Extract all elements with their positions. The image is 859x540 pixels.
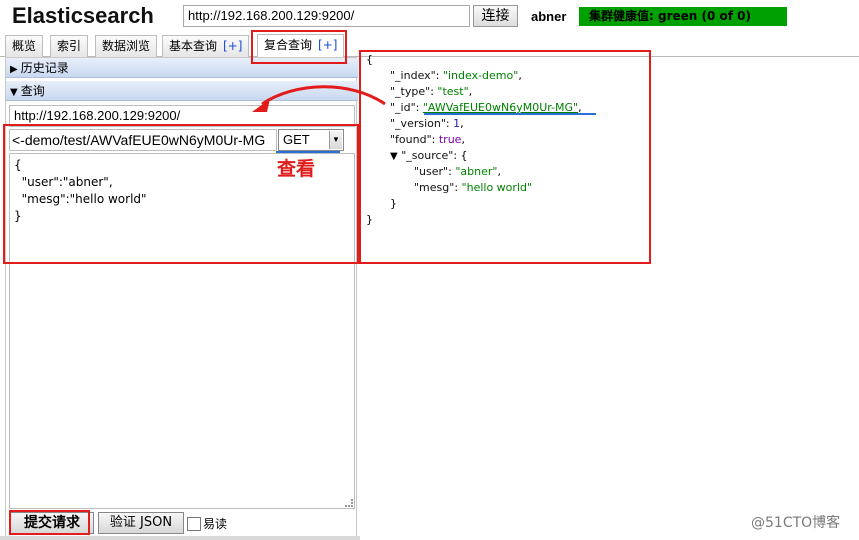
app-root: Elasticsearch http://192.168.200.129:920…	[0, 0, 859, 540]
tab-structured-query[interactable]: 基本查询 [+]	[162, 35, 250, 57]
annotation-underline-method	[276, 151, 340, 153]
tab-label: 数据浏览	[102, 39, 151, 53]
tab-label: 索引	[57, 39, 82, 53]
annotation-box-tab	[251, 30, 347, 64]
triangle-down-icon: ▼	[10, 87, 18, 98]
scrollbar-strip	[0, 536, 360, 540]
tab-browser[interactable]: 数据浏览	[95, 35, 158, 57]
tab-label: 概览	[12, 39, 37, 53]
tab-label: 基本查询	[169, 39, 218, 53]
pretty-checkbox[interactable]: 易读	[187, 515, 227, 532]
tab-plus[interactable]: [+]	[223, 39, 242, 53]
resize-handle-icon[interactable]	[345, 499, 353, 507]
annotation-box-request	[3, 124, 359, 264]
watermark-text: @51CTO博客	[751, 515, 841, 531]
validate-json-button[interactable]: 验证 JSON	[98, 512, 184, 534]
tab-indices[interactable]: 索引	[50, 35, 89, 57]
annotation-label: 查看	[277, 158, 316, 180]
triangle-right-icon: ▶	[10, 64, 18, 75]
annotation-underline-id	[424, 113, 596, 115]
connect-button[interactable]: 连接	[473, 5, 518, 27]
cluster-url-input[interactable]: http://192.168.200.129:9200/	[183, 5, 470, 27]
annotation-box-result	[359, 50, 651, 264]
query-label: 查询	[20, 84, 45, 98]
app-title: Elasticsearch	[12, 3, 154, 28]
cluster-health-badge: 集群健康值: green (0 of 0)	[579, 7, 787, 26]
checkbox-icon[interactable]	[187, 517, 201, 531]
pretty-label: 易读	[203, 517, 228, 531]
tab-overview[interactable]: 概览	[5, 35, 44, 57]
cluster-name: abner	[531, 9, 567, 24]
annotation-box-submit	[9, 510, 90, 535]
history-label: 历史记录	[20, 61, 69, 75]
annotation-arrow-icon	[252, 85, 386, 112]
